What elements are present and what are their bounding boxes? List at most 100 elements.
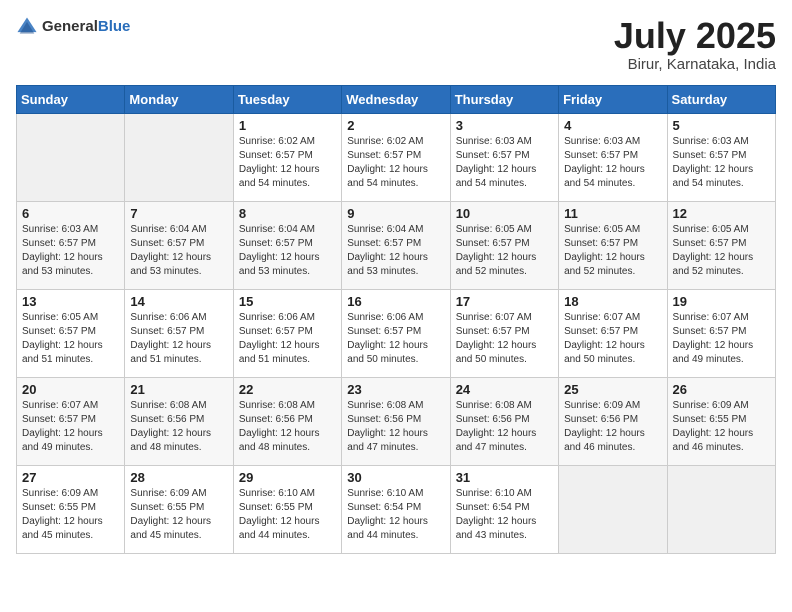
day-number: 19 — [673, 294, 770, 309]
day-info: Sunrise: 6:06 AM Sunset: 6:57 PM Dayligh… — [239, 311, 336, 367]
calendar-cell: 25Sunrise: 6:09 AM Sunset: 6:56 PM Dayli… — [559, 377, 667, 465]
day-number: 20 — [22, 382, 119, 397]
day-number: 1 — [239, 118, 336, 133]
weekday-header-wednesday: Wednesday — [342, 85, 450, 113]
day-info: Sunrise: 6:04 AM Sunset: 6:57 PM Dayligh… — [239, 223, 336, 279]
calendar-cell: 15 Sunrise: 6:06 AM Sunset: 6:57 PM Dayli… — [233, 289, 341, 377]
weekday-header-monday: Monday — [125, 85, 233, 113]
calendar-cell: 24Sunrise: 6:08 AM Sunset: 6:56 PM Dayli… — [450, 377, 558, 465]
logo: GeneralBlue — [16, 16, 130, 38]
calendar-week-5: 27 Sunrise: 6:09 AM Sunset: 6:55 PM Dayli… — [17, 465, 776, 553]
day-number: 10 — [456, 206, 553, 221]
day-info: Sunrise: 6:09 AM Sunset: 6:55 PM Dayligh… — [22, 487, 119, 543]
weekday-header-sunday: Sunday — [17, 85, 125, 113]
weekday-header-thursday: Thursday — [450, 85, 558, 113]
calendar-week-2: 6 Sunrise: 6:03 AM Sunset: 6:57 PM Daylig… — [17, 201, 776, 289]
day-info: Sunrise: 6:02 AM Sunset: 6:57 PM Dayligh… — [347, 135, 444, 191]
calendar-cell: 22Sunrise: 6:08 AM Sunset: 6:56 PM Dayli… — [233, 377, 341, 465]
day-info: Sunrise: 6:07 AM Sunset: 6:57 PM Dayligh… — [456, 311, 553, 367]
logo-general: GeneralBlue — [42, 18, 130, 36]
calendar-cell: 16Sunrise: 6:06 AM Sunset: 6:57 PM Dayli… — [342, 289, 450, 377]
day-number: 15 — [239, 294, 336, 309]
calendar-cell: 14 Sunrise: 6:06 AM Sunset: 6:57 PM Dayli… — [125, 289, 233, 377]
day-number: 11 — [564, 206, 661, 221]
day-info: Sunrise: 6:07 AM Sunset: 6:57 PM Dayligh… — [22, 399, 119, 455]
location-subtitle: Birur, Karnataka, India — [614, 56, 776, 73]
day-number: 31 — [456, 470, 553, 485]
calendar-cell: 9 Sunrise: 6:04 AM Sunset: 6:57 PM Daylig… — [342, 201, 450, 289]
calendar-week-3: 13 Sunrise: 6:05 AM Sunset: 6:57 PM Dayli… — [17, 289, 776, 377]
calendar-cell: 4 Sunrise: 6:03 AM Sunset: 6:57 PM Daylig… — [559, 113, 667, 201]
day-number: 26 — [673, 382, 770, 397]
day-info: Sunrise: 6:03 AM Sunset: 6:57 PM Dayligh… — [564, 135, 661, 191]
day-number: 16 — [347, 294, 444, 309]
day-number: 18 — [564, 294, 661, 309]
day-number: 28 — [130, 470, 227, 485]
weekday-header-saturday: Saturday — [667, 85, 775, 113]
day-info: Sunrise: 6:02 AM Sunset: 6:57 PM Dayligh… — [239, 135, 336, 191]
day-number: 4 — [564, 118, 661, 133]
calendar-cell: 13 Sunrise: 6:05 AM Sunset: 6:57 PM Dayli… — [17, 289, 125, 377]
day-info: Sunrise: 6:03 AM Sunset: 6:57 PM Dayligh… — [22, 223, 119, 279]
day-number: 2 — [347, 118, 444, 133]
day-info: Sunrise: 6:04 AM Sunset: 6:57 PM Dayligh… — [130, 223, 227, 279]
calendar-cell — [667, 465, 775, 553]
day-number: 27 — [22, 470, 119, 485]
weekday-header-friday: Friday — [559, 85, 667, 113]
day-info: Sunrise: 6:05 AM Sunset: 6:57 PM Dayligh… — [456, 223, 553, 279]
calendar-cell: 29 Sunrise: 6:10 AM Sunset: 6:55 PM Dayli… — [233, 465, 341, 553]
day-info: Sunrise: 6:07 AM Sunset: 6:57 PM Dayligh… — [673, 311, 770, 367]
calendar-cell: 21 Sunrise: 6:08 AM Sunset: 6:56 PM Dayli… — [125, 377, 233, 465]
calendar-cell: 31Sunrise: 6:10 AM Sunset: 6:54 PM Dayli… — [450, 465, 558, 553]
day-info: Sunrise: 6:09 AM Sunset: 6:55 PM Dayligh… — [673, 399, 770, 455]
calendar-table: SundayMondayTuesdayWednesdayThursdayFrid… — [16, 85, 776, 554]
day-number: 30 — [347, 470, 444, 485]
day-number: 6 — [22, 206, 119, 221]
day-number: 21 — [130, 382, 227, 397]
day-number: 3 — [456, 118, 553, 133]
calendar-cell: 10 Sunrise: 6:05 AM Sunset: 6:57 PM Dayli… — [450, 201, 558, 289]
calendar-cell: 1 Sunrise: 6:02 AM Sunset: 6:57 PM Daylig… — [233, 113, 341, 201]
day-number: 12 — [673, 206, 770, 221]
weekday-header-tuesday: Tuesday — [233, 85, 341, 113]
calendar-cell: 12Sunrise: 6:05 AM Sunset: 6:57 PM Dayli… — [667, 201, 775, 289]
day-info: Sunrise: 6:07 AM Sunset: 6:57 PM Dayligh… — [564, 311, 661, 367]
day-number: 17 — [456, 294, 553, 309]
day-number: 13 — [22, 294, 119, 309]
day-number: 5 — [673, 118, 770, 133]
day-info: Sunrise: 6:03 AM Sunset: 6:57 PM Dayligh… — [673, 135, 770, 191]
day-info: Sunrise: 6:08 AM Sunset: 6:56 PM Dayligh… — [130, 399, 227, 455]
calendar-week-1: 1 Sunrise: 6:02 AM Sunset: 6:57 PM Daylig… — [17, 113, 776, 201]
day-number: 14 — [130, 294, 227, 309]
day-number: 9 — [347, 206, 444, 221]
calendar-cell: 2 Sunrise: 6:02 AM Sunset: 6:57 PM Daylig… — [342, 113, 450, 201]
day-info: Sunrise: 6:10 AM Sunset: 6:54 PM Dayligh… — [347, 487, 444, 543]
day-number: 29 — [239, 470, 336, 485]
calendar-cell: 6 Sunrise: 6:03 AM Sunset: 6:57 PM Daylig… — [17, 201, 125, 289]
day-info: Sunrise: 6:09 AM Sunset: 6:56 PM Dayligh… — [564, 399, 661, 455]
day-info: Sunrise: 6:05 AM Sunset: 6:57 PM Dayligh… — [564, 223, 661, 279]
calendar-cell: 30 Sunrise: 6:10 AM Sunset: 6:54 PM Dayli… — [342, 465, 450, 553]
calendar-cell — [559, 465, 667, 553]
day-info: Sunrise: 6:09 AM Sunset: 6:55 PM Dayligh… — [130, 487, 227, 543]
day-info: Sunrise: 6:03 AM Sunset: 6:57 PM Dayligh… — [456, 135, 553, 191]
day-info: Sunrise: 6:08 AM Sunset: 6:56 PM Dayligh… — [347, 399, 444, 455]
day-number: 24 — [456, 382, 553, 397]
day-number: 23 — [347, 382, 444, 397]
calendar-cell — [17, 113, 125, 201]
calendar-cell: 5 Sunrise: 6:03 AM Sunset: 6:57 PM Daylig… — [667, 113, 775, 201]
day-info: Sunrise: 6:04 AM Sunset: 6:57 PM Dayligh… — [347, 223, 444, 279]
day-info: Sunrise: 6:10 AM Sunset: 6:55 PM Dayligh… — [239, 487, 336, 543]
calendar-cell: 3 Sunrise: 6:03 AM Sunset: 6:57 PM Daylig… — [450, 113, 558, 201]
day-info: Sunrise: 6:05 AM Sunset: 6:57 PM Dayligh… — [22, 311, 119, 367]
calendar-cell: 8Sunrise: 6:04 AM Sunset: 6:57 PM Daylig… — [233, 201, 341, 289]
title-block: July 2025 Birur, Karnataka, India — [614, 16, 776, 73]
calendar-cell: 28 Sunrise: 6:09 AM Sunset: 6:55 PM Dayli… — [125, 465, 233, 553]
day-info: Sunrise: 6:06 AM Sunset: 6:57 PM Dayligh… — [130, 311, 227, 367]
calendar-cell: 20 Sunrise: 6:07 AM Sunset: 6:57 PM Dayli… — [17, 377, 125, 465]
day-number: 7 — [130, 206, 227, 221]
logo-icon — [16, 16, 38, 38]
calendar-cell: 26 Sunrise: 6:09 AM Sunset: 6:55 PM Dayli… — [667, 377, 775, 465]
calendar-cell: 27 Sunrise: 6:09 AM Sunset: 6:55 PM Dayli… — [17, 465, 125, 553]
calendar-cell: 7 Sunrise: 6:04 AM Sunset: 6:57 PM Daylig… — [125, 201, 233, 289]
